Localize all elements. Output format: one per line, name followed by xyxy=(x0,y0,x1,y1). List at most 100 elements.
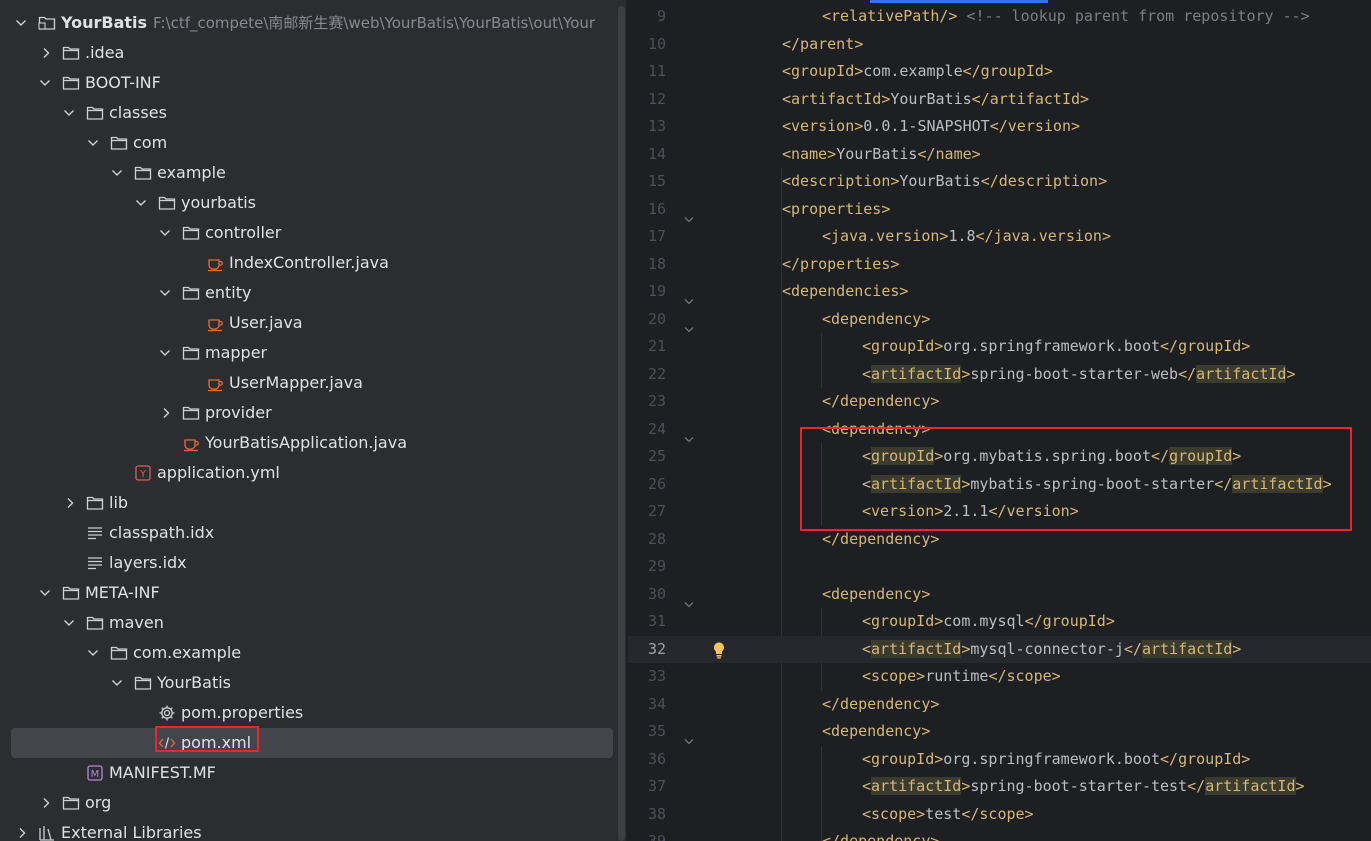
tree-row[interactable]: YourBatis xyxy=(0,668,617,698)
tree-item-label: example xyxy=(157,163,226,182)
code-text: <scope>runtime</scope> xyxy=(862,667,1061,685)
annotation-box xyxy=(800,427,1352,531)
code-line[interactable]: 17 <java.version>1.8</java.version> xyxy=(628,223,1371,251)
code-line[interactable]: 15 <description>YourBatis</description> xyxy=(628,168,1371,196)
code-line[interactable]: 19 <dependencies> xyxy=(628,278,1371,306)
code-line[interactable]: 31 <groupId>com.mysql</groupId> xyxy=(628,608,1371,636)
tree-row[interactable]: example xyxy=(0,158,617,188)
code-line[interactable]: 10 </parent> xyxy=(628,31,1371,59)
chevron-down-icon[interactable] xyxy=(158,338,174,368)
line-number: 21 xyxy=(647,337,666,355)
folder-icon xyxy=(86,104,104,122)
code-line[interactable]: 16 <properties> xyxy=(628,196,1371,224)
tree-row[interactable]: lib xyxy=(0,488,617,518)
code-line[interactable]: 29 xyxy=(628,553,1371,581)
code-line[interactable]: 22 <artifactId>spring-boot-starter-web</a… xyxy=(628,361,1371,389)
line-number: 29 xyxy=(647,557,666,575)
tree-row[interactable]: classes xyxy=(0,98,617,128)
tree-row[interactable]: UserMapper.java xyxy=(0,368,617,398)
chevron-down-icon[interactable] xyxy=(158,218,174,248)
tree-item-label: com.example xyxy=(133,643,242,662)
line-number: 31 xyxy=(647,612,666,630)
code-line[interactable]: 30 <dependency> xyxy=(628,581,1371,609)
chevron-down-icon[interactable] xyxy=(62,98,78,128)
tree-row[interactable]: pom.properties xyxy=(0,698,617,728)
tree-row[interactable]: META-INF xyxy=(0,578,617,608)
code-line[interactable]: 20 <dependency> xyxy=(628,306,1371,334)
code-line[interactable]: 35 <dependency> xyxy=(628,718,1371,746)
chevron-down-icon[interactable] xyxy=(86,128,102,158)
project-path: F:\ctf_compete\南邮新生赛\web\YourBatis\YourB… xyxy=(153,14,596,32)
line-number: 27 xyxy=(647,502,666,520)
code-line[interactable]: 14 <name>YourBatis</name> xyxy=(628,141,1371,169)
scrollbar-thumb[interactable] xyxy=(618,6,625,841)
line-number: 14 xyxy=(647,144,666,163)
tree-row[interactable]: .idea xyxy=(0,38,617,68)
tree-row[interactable]: mapper xyxy=(0,338,617,368)
svg-text:Y: Y xyxy=(139,469,147,480)
code-line[interactable]: 36 <groupId>org.springframework.boot</gro… xyxy=(628,746,1371,774)
chevron-down-icon[interactable] xyxy=(14,8,30,38)
line-number: 9 xyxy=(656,7,666,25)
code-line[interactable]: 38 <scope>test</scope> xyxy=(628,801,1371,829)
code-line[interactable]: 34 </dependency> xyxy=(628,691,1371,719)
code-line[interactable]: 18 </properties> xyxy=(628,251,1371,279)
tree-row[interactable]: com xyxy=(0,128,617,158)
code-text: </properties> xyxy=(782,254,900,273)
folder-icon xyxy=(62,44,80,62)
chevron-right-icon[interactable] xyxy=(40,788,56,818)
code-line[interactable]: 39 </dependency> xyxy=(628,828,1371,841)
tree-item-label: maven xyxy=(109,613,164,632)
chevron-down-icon[interactable] xyxy=(110,668,126,698)
code-line[interactable]: 33 <scope>runtime</scope> xyxy=(628,663,1371,691)
code-line[interactable]: 11 <groupId>com.example</groupId> xyxy=(628,58,1371,86)
code-editor[interactable]: 9 <relativePath/> <!-- lookup parent from… xyxy=(628,0,1371,841)
tree-row[interactable]: layers.idx xyxy=(0,548,617,578)
tree-row[interactable]: provider xyxy=(0,398,617,428)
tree-item-label: com xyxy=(133,133,168,152)
code-line[interactable]: 23 </dependency> xyxy=(628,388,1371,416)
tree-row[interactable]: IndexController.java xyxy=(0,248,617,278)
code-line[interactable]: 37 <artifactId>spring-boot-starter-test</… xyxy=(628,773,1371,801)
code-line[interactable]: 13 <version>0.0.1-SNAPSHOT</version> xyxy=(628,113,1371,141)
code-text: <artifactId>spring-boot-starter-web</art… xyxy=(862,364,1296,383)
chevron-right-icon[interactable] xyxy=(160,398,176,428)
chevron-right-icon[interactable] xyxy=(40,38,56,68)
tree-root-row[interactable]: YourBatis F:\ctf_compete\南邮新生赛\web\YourBa… xyxy=(0,8,617,38)
folder-icon xyxy=(182,224,200,242)
code-line[interactable]: 21 <groupId>org.springframework.boot</gro… xyxy=(628,333,1371,361)
code-text: <groupId>org.springframework.boot</group… xyxy=(862,749,1251,768)
tree-row[interactable]: entity xyxy=(0,278,617,308)
line-number: 23 xyxy=(647,392,666,410)
chevron-down-icon[interactable] xyxy=(62,608,78,638)
tree-row[interactable]: BOOT-INF xyxy=(0,68,617,98)
tree-row[interactable]: maven xyxy=(0,608,617,638)
chevron-down-icon[interactable] xyxy=(38,68,54,98)
manifest-file-icon: M xyxy=(86,764,104,782)
tree-row[interactable]: pom.xml xyxy=(0,728,617,758)
code-line[interactable]: 9 <relativePath/> <!-- lookup parent from… xyxy=(628,3,1371,31)
tree-row[interactable]: org xyxy=(0,788,617,818)
chevron-down-icon[interactable] xyxy=(110,158,126,188)
tree-row[interactable]: External Libraries xyxy=(0,818,617,841)
tree-row[interactable]: User.java xyxy=(0,308,617,338)
project-tree-scrollbar[interactable] xyxy=(617,0,626,841)
tree-item-label: mapper xyxy=(205,343,268,362)
chevron-down-icon[interactable] xyxy=(38,578,54,608)
chevron-down-icon[interactable] xyxy=(86,638,102,668)
tree-row[interactable]: controller xyxy=(0,218,617,248)
tree-row[interactable]: YourBatisApplication.java xyxy=(0,428,617,458)
tree-item-label: YourBatis xyxy=(61,13,148,32)
tree-row[interactable]: com.example xyxy=(0,638,617,668)
chevron-right-icon[interactable] xyxy=(64,488,80,518)
tree-row[interactable]: classpath.idx xyxy=(0,518,617,548)
tree-row[interactable]: M MANIFEST.MF xyxy=(0,758,617,788)
chevron-down-icon[interactable] xyxy=(134,188,150,218)
chevron-down-icon[interactable] xyxy=(158,278,174,308)
code-line[interactable]: 32 <artifactId>mysql-connector-j</artifac… xyxy=(628,635,1371,663)
tree-row[interactable]: Yapplication.yml xyxy=(0,458,617,488)
code-line[interactable]: 12 <artifactId>YourBatis</artifactId> xyxy=(628,86,1371,114)
tree-row[interactable]: yourbatis xyxy=(0,188,617,218)
line-number: 38 xyxy=(647,804,666,823)
chevron-right-icon[interactable] xyxy=(16,818,32,841)
